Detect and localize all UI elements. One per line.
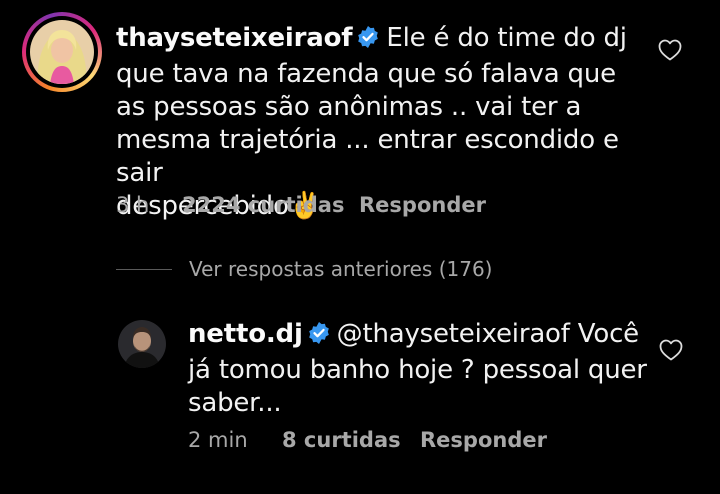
comment-likes-link[interactable]: 2224 curtidas	[182, 193, 344, 217]
view-previous-replies-link[interactable]: Ver respostas anteriores (176)	[189, 257, 493, 281]
verified-icon	[356, 25, 380, 58]
reply-reply-button[interactable]: Responder	[420, 428, 547, 452]
reply-mention[interactable]: @thayseteixeiraof	[337, 319, 570, 349]
reply-likes-link[interactable]: 8 curtidas	[282, 428, 401, 452]
replies-divider	[116, 269, 172, 270]
comment-username[interactable]: thayseteixeiraof	[116, 23, 353, 53]
reply-time: 2 min	[188, 428, 248, 452]
comment-line-2: que tava na fazenda que só falava que	[116, 59, 616, 89]
reply-username[interactable]: netto.dj	[188, 319, 303, 349]
reply-line-2: já tomou banho hoje ? pessoal quer	[188, 355, 647, 385]
comment-line-3: as pessoas são anônimas .. vai ter a	[116, 92, 582, 122]
reply-meta: 2 min 8 curtidas Responder	[188, 428, 588, 454]
reply-line-1: Você	[577, 319, 639, 349]
reply-like-heart-icon[interactable]	[659, 339, 683, 361]
reply-line-3: saber...	[188, 388, 282, 418]
reply-avatar[interactable]	[118, 320, 166, 368]
comment-line-4: mesma trajetória ... entrar escondido e …	[116, 125, 619, 188]
comment-reply-button[interactable]: Responder	[359, 193, 486, 217]
comment-meta: 3 h 2224 curtidas Responder	[116, 193, 516, 219]
comment-line-1: Ele é do time do dj	[386, 23, 627, 53]
comment-time: 3 h	[116, 193, 150, 217]
verified-icon	[307, 321, 331, 354]
avatar[interactable]	[30, 20, 94, 84]
like-heart-icon[interactable]	[658, 39, 682, 61]
reply-body: netto.dj @thayseteixeiraof Você já tomou …	[188, 318, 658, 420]
